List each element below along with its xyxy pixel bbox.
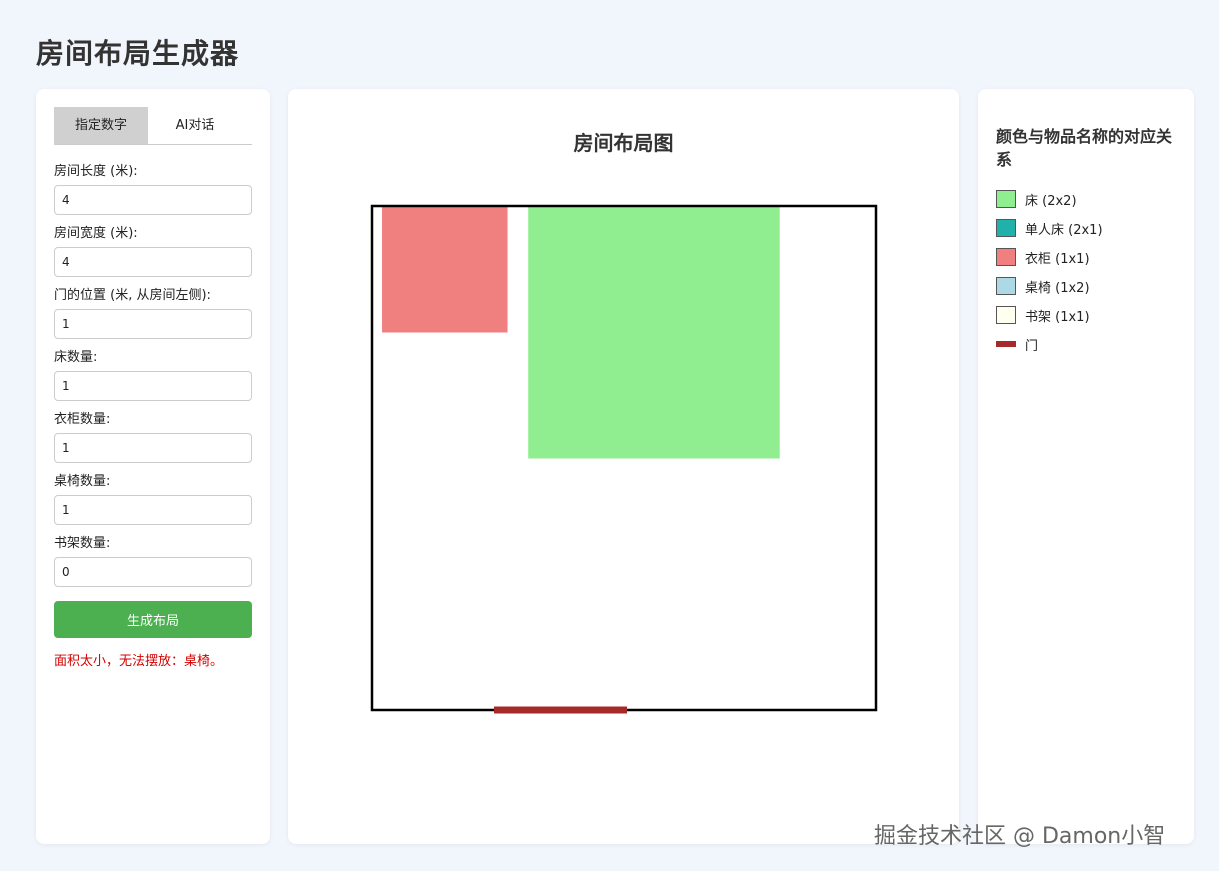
page-title: 房间布局生成器 <box>36 37 240 70</box>
legend-item-single-bed: 单人床 (2x1) <box>996 218 1176 238</box>
bookshelf-count-label: 书架数量: <box>54 536 111 551</box>
door-position-field: 门的位置 (米, 从房间左侧): <box>54 287 252 339</box>
bookshelf-swatch <box>996 306 1016 324</box>
legend-label: 床 (2x2) <box>1025 193 1077 209</box>
legend-item-bookshelf: 书架 (1x1) <box>996 305 1176 325</box>
wardrobe-count-input[interactable] <box>54 433 252 463</box>
room-width-label: 房间宽度 (米): <box>54 226 138 241</box>
legend-label: 衣柜 (1x1) <box>1025 251 1090 267</box>
legend-panel: 颜色与物品名称的对应关系 床 (2x2) 单人床 (2x1) 衣柜 (1x1) … <box>978 89 1194 844</box>
legend-title: 颜色与物品名称的对应关系 <box>996 127 1173 169</box>
desk-count-label: 桌椅数量: <box>54 474 111 489</box>
room-length-input[interactable] <box>54 185 252 215</box>
door-position-label: 门的位置 (米, 从房间左侧): <box>54 288 211 303</box>
bookshelf-count-field: 书架数量: <box>54 535 252 587</box>
tab-ai-chat[interactable]: AI对话 <box>148 107 242 144</box>
legend-label: 单人床 (2x1) <box>1025 222 1103 238</box>
generate-layout-button[interactable]: 生成布局 <box>54 601 252 638</box>
wardrobe-count-field: 衣柜数量: <box>54 411 252 463</box>
mode-tabs: 指定数字 AI对话 <box>54 107 252 145</box>
door-position-input[interactable] <box>54 309 252 339</box>
wardrobe-swatch <box>996 248 1016 266</box>
bed-count-label: 床数量: <box>54 350 98 365</box>
watermark: 掘金技术社区 @ Damon小智 <box>874 824 1166 849</box>
bed-swatch <box>996 190 1016 208</box>
legend-label: 桌椅 (1x2) <box>1025 280 1090 296</box>
bed-count-field: 床数量: <box>54 349 252 401</box>
legend-item-bed: 床 (2x2) <box>996 189 1176 209</box>
bookshelf-count-input[interactable] <box>54 557 252 587</box>
furniture-layer <box>382 206 780 459</box>
legend-item-door: 门 <box>996 334 1176 354</box>
single-bed-swatch <box>996 219 1016 237</box>
desk-swatch <box>996 277 1016 295</box>
room-width-field: 房间宽度 (米): <box>54 225 252 277</box>
legend-item-wardrobe: 衣柜 (1x1) <box>996 247 1176 267</box>
wardrobe-count-label: 衣柜数量: <box>54 412 111 427</box>
error-message: 面积太小，无法摆放：桌椅。 <box>54 654 224 669</box>
room-width-input[interactable] <box>54 247 252 277</box>
tab-specify-numbers[interactable]: 指定数字 <box>54 107 148 144</box>
layout-panel: 房间布局图 <box>288 89 959 844</box>
desk-count-input[interactable] <box>54 495 252 525</box>
door-mark <box>494 706 627 714</box>
desk-count-field: 桌椅数量: <box>54 473 252 525</box>
door-swatch <box>996 341 1016 347</box>
legend-label: 门 <box>1025 338 1039 354</box>
legend-item-desk: 桌椅 (1x2) <box>996 276 1176 296</box>
bed-count-input[interactable] <box>54 371 252 401</box>
bed-item <box>528 206 780 459</box>
settings-panel: 指定数字 AI对话 房间长度 (米): 房间宽度 (米): 门的位置 (米, 从… <box>36 89 270 844</box>
legend-label: 书架 (1x1) <box>1025 309 1090 325</box>
room-length-field: 房间长度 (米): <box>54 163 252 215</box>
room-layout-canvas <box>370 204 878 714</box>
room-length-label: 房间长度 (米): <box>54 164 138 179</box>
wardrobe-item <box>382 206 508 333</box>
